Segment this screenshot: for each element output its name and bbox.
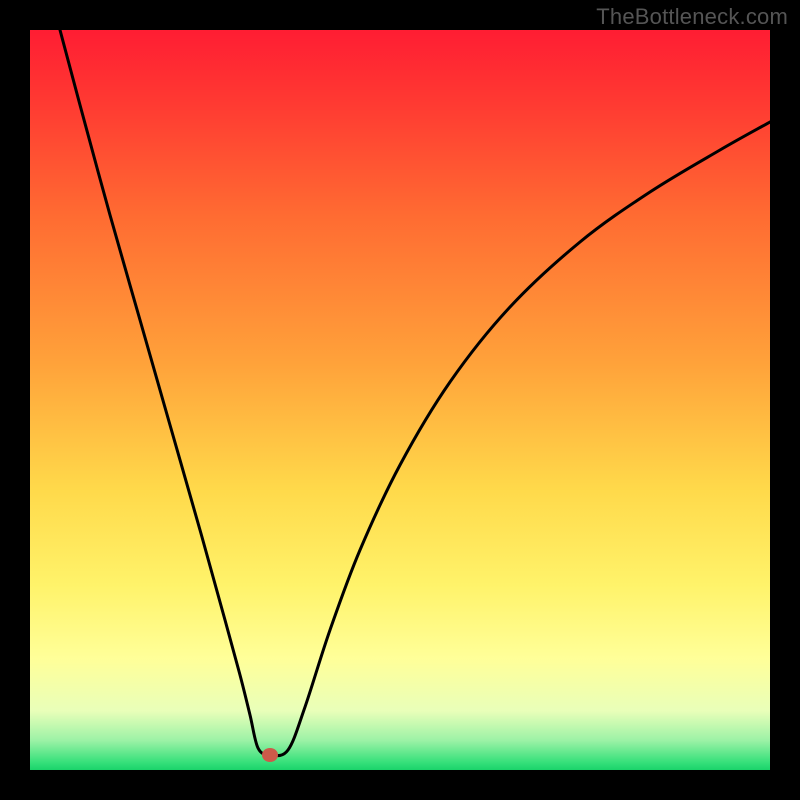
curve-layer [30, 30, 770, 770]
minimum-marker [262, 748, 278, 762]
attribution-text: TheBottleneck.com [596, 4, 788, 30]
chart-frame: TheBottleneck.com [0, 0, 800, 800]
bottleneck-curve [60, 30, 770, 756]
plot-area [30, 30, 770, 770]
